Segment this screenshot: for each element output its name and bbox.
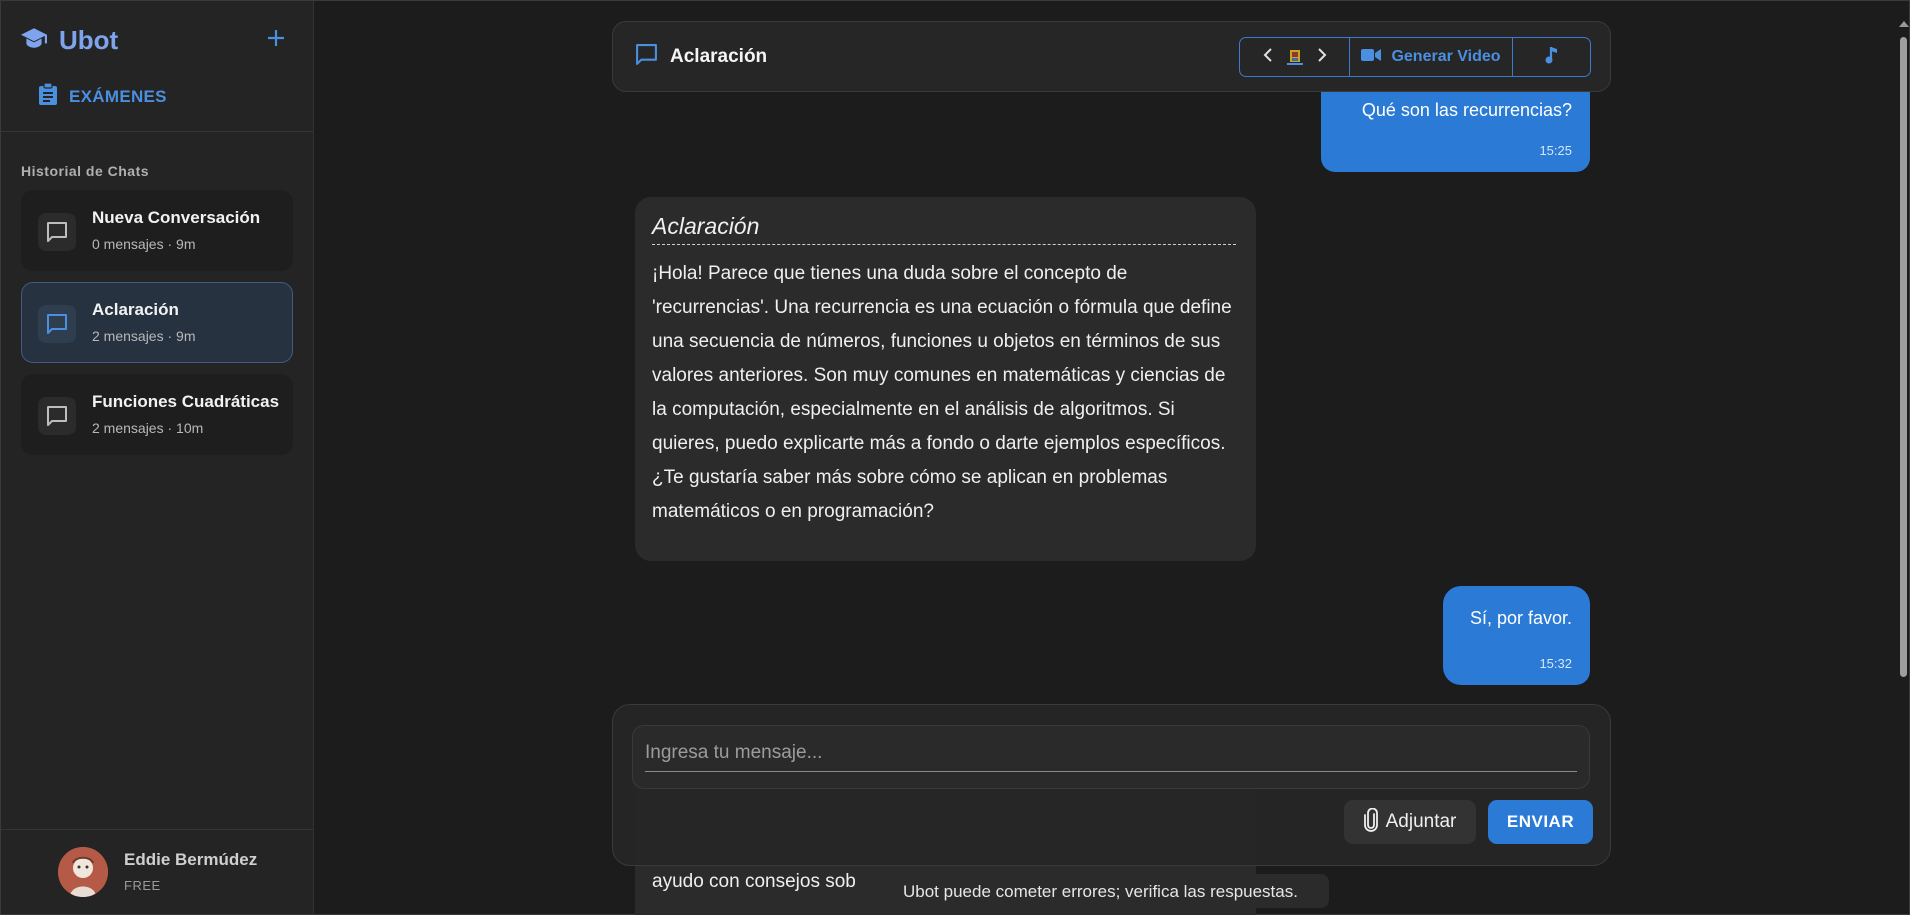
divider	[1, 829, 313, 830]
chat-history-item[interactable]: Nueva Conversación 0 mensajes · 9m	[21, 190, 293, 271]
assistant-message-text: ¡Hola! Parece que tienes una duda sobre …	[652, 263, 1232, 522]
chat-bubble-icon	[38, 305, 76, 343]
sidebar: Ubot EXÁMENES Historial de Chats Nueva C…	[1, 1, 314, 914]
attach-label: Adjuntar	[1385, 811, 1457, 832]
chat-header: Aclaración Generar Video	[612, 21, 1611, 92]
divider	[1, 131, 313, 132]
chat-title: Aclaración	[92, 300, 179, 319]
send-button[interactable]: ENVIAR	[1488, 800, 1593, 844]
chat-bubble-icon	[38, 213, 76, 251]
avatar-selector	[1240, 38, 1350, 76]
user-plan: FREE	[124, 878, 161, 893]
generate-video-button[interactable]: Generar Video	[1350, 38, 1513, 76]
history-title: Historial de Chats	[21, 163, 150, 179]
character-icon[interactable]	[1286, 49, 1303, 65]
chat-title: Aclaración	[670, 46, 768, 67]
disclaimer: Ubot puede cometer errores; verifica las…	[903, 882, 1298, 901]
chat-meta: 2 mensajes · 10m	[92, 420, 204, 436]
avatar[interactable]	[58, 847, 108, 897]
chat-meta: 2 mensajes · 9m	[92, 328, 196, 344]
chat-title: Funciones Cuadráticas	[92, 392, 280, 411]
assistant-message-title: Aclaración	[652, 213, 1236, 245]
chat-title: Nueva Conversación	[92, 208, 261, 227]
scrollbar-thumb[interactable]	[1900, 37, 1907, 677]
video-camera-icon	[1361, 48, 1382, 67]
user-message: Qué son las recurrencias? 15:25	[1321, 86, 1590, 172]
music-note-icon	[1545, 46, 1559, 69]
paperclip-icon	[1363, 807, 1378, 837]
new-chat-button[interactable]	[263, 27, 289, 53]
user-message-text: Sí, por favor.	[1469, 608, 1572, 628]
composer: Adjuntar ENVIAR	[612, 704, 1611, 866]
music-button[interactable]	[1513, 38, 1590, 76]
user-message-text: Qué son las recurrencias?	[1361, 100, 1572, 120]
clipboard-icon	[39, 82, 57, 110]
graduation-cap-icon	[21, 27, 47, 54]
chat-bubble-icon	[635, 43, 658, 71]
exams-link[interactable]: EXÁMENES	[39, 82, 167, 110]
message-time: 15:25	[1539, 143, 1572, 158]
header-title-group: Aclaración	[635, 43, 767, 71]
user-name: Eddie Bermúdez	[124, 850, 258, 869]
disclaimer-box: Ubot puede cometer errores; verifica las…	[867, 874, 1329, 908]
assistant-message: Aclaración ¡Hola! Parece que tienes una …	[635, 197, 1256, 561]
message-time: 15:32	[1539, 656, 1572, 671]
generate-video-label: Generar Video	[1391, 48, 1501, 65]
message-input[interactable]	[645, 734, 1577, 772]
attach-button[interactable]: Adjuntar	[1344, 800, 1476, 844]
chevron-right-icon[interactable]	[1317, 47, 1327, 67]
exams-label: EXÁMENES	[69, 86, 167, 106]
brand-title: Ubot	[59, 25, 119, 55]
message-input-container	[632, 725, 1590, 789]
app-window: Ubot EXÁMENES Historial de Chats Nueva C…	[0, 0, 1910, 915]
chat-meta: 0 mensajes · 9m	[92, 236, 196, 252]
chat-history-item-active[interactable]: Aclaración 2 mensajes · 9m	[21, 282, 293, 363]
chat-history-item[interactable]: Funciones Cuadráticas 2 mensajes · 10m	[21, 374, 293, 455]
chat-bubble-icon	[38, 397, 76, 435]
header-controls: Generar Video	[1239, 37, 1591, 77]
scroll-up-arrow-icon[interactable]	[1899, 21, 1909, 27]
plus-icon	[267, 29, 285, 52]
user-message: Sí, por favor. 15:32	[1443, 586, 1590, 685]
chevron-left-icon[interactable]	[1263, 47, 1273, 67]
brand[interactable]: Ubot	[21, 25, 118, 56]
